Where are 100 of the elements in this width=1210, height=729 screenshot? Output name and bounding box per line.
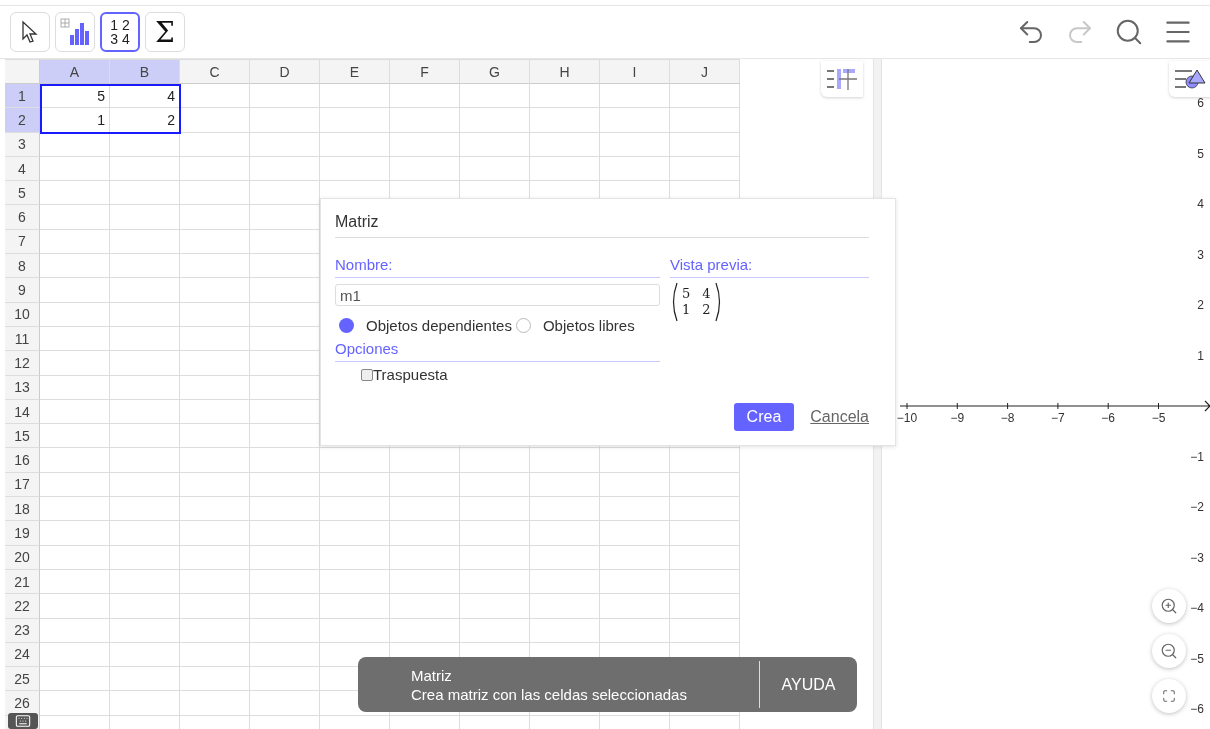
table-cell[interactable] bbox=[180, 278, 250, 303]
table-cell[interactable] bbox=[670, 545, 740, 570]
row-header[interactable]: 9 bbox=[5, 278, 40, 303]
table-cell[interactable] bbox=[40, 254, 110, 279]
table-cell[interactable] bbox=[460, 497, 530, 522]
zoom-in-button[interactable] bbox=[1152, 589, 1186, 623]
table-cell[interactable] bbox=[460, 132, 530, 157]
row-header[interactable]: 22 bbox=[5, 594, 40, 619]
table-cell[interactable] bbox=[180, 254, 250, 279]
table-cell[interactable] bbox=[390, 472, 460, 498]
table-cell[interactable] bbox=[390, 156, 460, 182]
table-cell[interactable] bbox=[110, 642, 180, 668]
table-cell[interactable] bbox=[40, 132, 110, 157]
table-cell[interactable] bbox=[390, 108, 460, 133]
table-cell[interactable] bbox=[40, 691, 110, 716]
table-cell[interactable] bbox=[530, 545, 600, 570]
row-header[interactable]: 24 bbox=[5, 642, 40, 668]
table-cell[interactable] bbox=[180, 569, 250, 595]
table-cell[interactable] bbox=[110, 156, 180, 182]
column-header[interactable]: C bbox=[180, 60, 250, 84]
table-cell[interactable] bbox=[460, 108, 530, 133]
row-header[interactable]: 14 bbox=[5, 399, 40, 425]
table-cell[interactable] bbox=[40, 351, 110, 376]
column-header[interactable]: G bbox=[460, 60, 530, 84]
table-cell[interactable] bbox=[180, 351, 250, 376]
zoom-out-button[interactable] bbox=[1152, 634, 1186, 668]
table-cell[interactable] bbox=[460, 448, 530, 473]
table-cell[interactable] bbox=[110, 691, 180, 716]
table-cell[interactable] bbox=[110, 254, 180, 279]
fullscreen-button[interactable] bbox=[1152, 679, 1186, 713]
table-cell[interactable] bbox=[320, 497, 390, 522]
table-cell[interactable] bbox=[180, 84, 250, 109]
row-header[interactable]: 1 bbox=[5, 84, 40, 109]
table-cell[interactable] bbox=[670, 448, 740, 473]
row-header[interactable]: 17 bbox=[5, 472, 40, 498]
table-cell[interactable] bbox=[110, 521, 180, 546]
table-cell[interactable] bbox=[670, 497, 740, 522]
table-cell[interactable] bbox=[110, 594, 180, 619]
row-header[interactable]: 6 bbox=[5, 205, 40, 230]
table-cell[interactable] bbox=[530, 132, 600, 157]
table-cell[interactable] bbox=[110, 132, 180, 157]
table-cell[interactable] bbox=[180, 642, 250, 668]
table-cell[interactable] bbox=[180, 424, 250, 449]
table-cell[interactable] bbox=[180, 667, 250, 692]
table-cell[interactable] bbox=[670, 472, 740, 498]
table-cell[interactable] bbox=[40, 375, 110, 400]
table-cell[interactable] bbox=[110, 472, 180, 498]
table-cell[interactable] bbox=[180, 229, 250, 255]
row-header[interactable]: 25 bbox=[5, 667, 40, 692]
table-cell[interactable] bbox=[180, 181, 250, 206]
table-cell[interactable] bbox=[670, 132, 740, 157]
name-field[interactable]: m1 bbox=[335, 284, 660, 306]
table-cell[interactable] bbox=[320, 132, 390, 157]
table-cell[interactable] bbox=[180, 156, 250, 182]
table-cell[interactable] bbox=[390, 521, 460, 546]
table-cell[interactable] bbox=[40, 545, 110, 570]
table-cell[interactable] bbox=[40, 278, 110, 303]
style-bar-button[interactable] bbox=[1169, 61, 1210, 97]
statistics-tool-button[interactable] bbox=[55, 12, 95, 52]
table-cell[interactable] bbox=[180, 326, 250, 352]
table-cell[interactable] bbox=[250, 618, 320, 643]
table-cell[interactable] bbox=[180, 497, 250, 522]
table-cell[interactable] bbox=[600, 569, 670, 595]
sum-tool-button[interactable]: Σ bbox=[145, 12, 185, 52]
table-cell[interactable] bbox=[40, 326, 110, 352]
table-cell[interactable] bbox=[180, 205, 250, 230]
table-cell[interactable] bbox=[250, 497, 320, 522]
table-cell[interactable] bbox=[40, 181, 110, 206]
table-cell[interactable] bbox=[600, 84, 670, 109]
table-cell[interactable] bbox=[670, 108, 740, 133]
table-cell[interactable] bbox=[180, 375, 250, 400]
table-cell[interactable] bbox=[40, 302, 110, 327]
table-cell[interactable] bbox=[40, 156, 110, 182]
table-cell[interactable] bbox=[180, 108, 250, 133]
table-cell[interactable] bbox=[110, 326, 180, 352]
table-cell[interactable] bbox=[670, 84, 740, 109]
table-cell[interactable] bbox=[390, 594, 460, 619]
transpose-checkbox[interactable]: Traspuesta bbox=[361, 366, 660, 383]
table-cell[interactable] bbox=[320, 108, 390, 133]
table-cell[interactable] bbox=[110, 302, 180, 327]
table-cell[interactable] bbox=[600, 448, 670, 473]
move-tool-button[interactable] bbox=[10, 12, 50, 52]
table-cell[interactable] bbox=[320, 84, 390, 109]
table-cell[interactable] bbox=[320, 569, 390, 595]
table-cell[interactable] bbox=[110, 448, 180, 473]
row-header[interactable]: 4 bbox=[5, 156, 40, 182]
table-cell[interactable] bbox=[460, 84, 530, 109]
table-cell[interactable] bbox=[250, 642, 320, 668]
row-header[interactable]: 10 bbox=[5, 302, 40, 327]
table-cell[interactable] bbox=[390, 448, 460, 473]
row-header[interactable]: 2 bbox=[5, 108, 40, 133]
row-header[interactable]: 7 bbox=[5, 229, 40, 255]
table-cell[interactable] bbox=[180, 594, 250, 619]
table-cell[interactable] bbox=[530, 594, 600, 619]
row-header[interactable]: 3 bbox=[5, 132, 40, 157]
table-cell[interactable] bbox=[390, 84, 460, 109]
row-header[interactable]: 16 bbox=[5, 448, 40, 473]
table-cell[interactable] bbox=[670, 594, 740, 619]
table-cell[interactable] bbox=[530, 108, 600, 133]
table-cell[interactable] bbox=[530, 472, 600, 498]
